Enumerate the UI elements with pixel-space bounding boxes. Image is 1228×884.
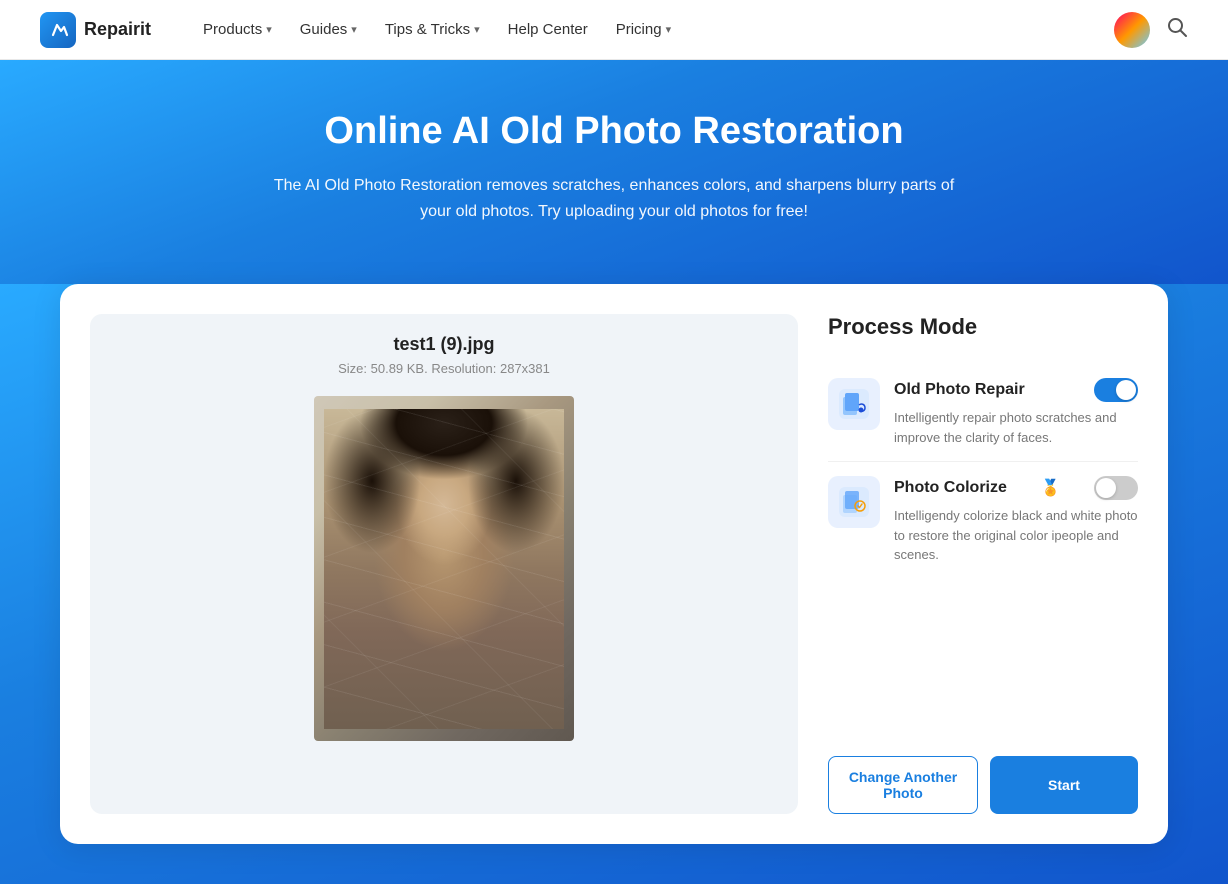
colorize-mode-name: Photo Colorize <box>894 479 1007 497</box>
mode-item-repair: Old Photo Repair Intelligently repair ph… <box>828 364 1138 462</box>
right-panel: Process Mode Old Photo Repair <box>828 314 1138 814</box>
navbar: Repairit Products ▾ Guides ▾ Tips & Tric… <box>0 0 1228 60</box>
nav-item-tips[interactable]: Tips & Tricks ▾ <box>373 13 492 46</box>
repair-mode-content: Old Photo Repair Intelligently repair ph… <box>894 378 1138 447</box>
left-panel: test1 (9).jpg Size: 50.89 KB. Resolution… <box>90 314 798 814</box>
main-card: test1 (9).jpg Size: 50.89 KB. Resolution… <box>60 284 1168 844</box>
start-button[interactable]: Start <box>990 756 1138 814</box>
repair-mode-toggle[interactable] <box>1094 378 1138 402</box>
change-photo-button[interactable]: Change Another Photo <box>828 756 978 814</box>
chevron-down-icon: ▾ <box>474 23 480 36</box>
repair-mode-desc: Intelligently repair photo scratches and… <box>894 408 1138 447</box>
colorize-badge: 🏅 <box>1040 478 1060 498</box>
repair-mode-name: Old Photo Repair <box>894 381 1025 399</box>
nav-item-products[interactable]: Products ▾ <box>191 13 284 46</box>
colorize-mode-content: Photo Colorize 🏅 Intelligendy colorize b… <box>894 476 1138 565</box>
avatar[interactable] <box>1114 12 1150 48</box>
logo-text: Repairit <box>84 19 151 40</box>
chevron-down-icon: ▾ <box>266 23 272 36</box>
main-section: test1 (9).jpg Size: 50.89 KB. Resolution… <box>0 284 1228 884</box>
photo-preview <box>314 396 574 741</box>
colorize-mode-toggle[interactable] <box>1094 476 1138 500</box>
nav-item-help[interactable]: Help Center <box>496 13 600 46</box>
action-buttons: Change Another Photo Start <box>828 726 1138 814</box>
chevron-down-icon: ▾ <box>666 23 672 36</box>
search-icon[interactable] <box>1166 16 1188 44</box>
hero-subtitle: The AI Old Photo Restoration removes scr… <box>264 173 964 224</box>
hero-title: Online AI Old Photo Restoration <box>40 110 1188 153</box>
nav-item-pricing[interactable]: Pricing ▾ <box>604 13 683 46</box>
process-mode-title: Process Mode <box>828 314 1138 340</box>
nav-item-guides[interactable]: Guides ▾ <box>288 13 369 46</box>
logo[interactable]: Repairit <box>40 12 151 48</box>
colorize-mode-desc: Intelligendy colorize black and white ph… <box>894 506 1138 565</box>
photo-image <box>324 409 564 729</box>
nav-items: Products ▾ Guides ▾ Tips & Tricks ▾ Help… <box>191 13 1114 46</box>
repair-mode-icon <box>828 378 880 430</box>
logo-icon <box>40 12 76 48</box>
mode-item-colorize: Photo Colorize 🏅 Intelligendy colorize b… <box>828 462 1138 579</box>
nav-right <box>1114 12 1188 48</box>
file-name: test1 (9).jpg <box>393 334 494 355</box>
colorize-mode-icon <box>828 476 880 528</box>
hero-section: Online AI Old Photo Restoration The AI O… <box>0 60 1228 284</box>
chevron-down-icon: ▾ <box>351 23 357 36</box>
file-meta: Size: 50.89 KB. Resolution: 287x381 <box>338 361 550 376</box>
